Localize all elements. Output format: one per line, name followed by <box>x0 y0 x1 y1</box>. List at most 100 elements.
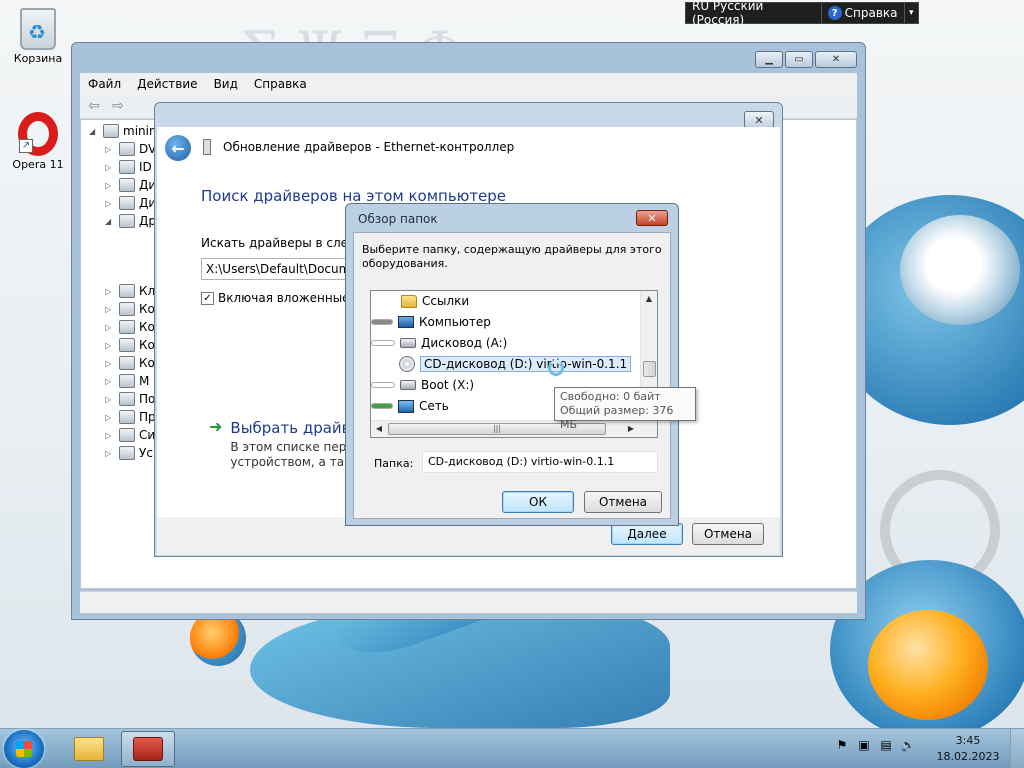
language-bar: RU Русский (Россия) ? Справка ▾ <box>685 0 919 27</box>
processor-icon <box>119 410 135 424</box>
show-desktop-button[interactable] <box>1010 729 1024 768</box>
help-icon: ? <box>827 6 842 20</box>
floppy-drive-icon <box>400 338 416 348</box>
tree-row[interactable]: ▷ DV <box>105 140 156 158</box>
tree-row[interactable]: ▷ Си <box>105 426 155 444</box>
expand-icon: ▷ <box>105 340 112 350</box>
computer-icon <box>103 124 119 138</box>
folder-icon <box>401 294 417 308</box>
folder-tree-item[interactable]: Дисковод (A:) <box>371 334 507 352</box>
recycle-bin-label: Корзина <box>13 52 63 65</box>
tree-row[interactable]: ▷ Ди <box>105 194 156 212</box>
recycle-bin-desktop-icon[interactable]: Корзина <box>6 8 70 65</box>
folder-tree-item[interactable]: Boot (X:) <box>371 376 474 394</box>
scroll-thumb[interactable] <box>643 361 656 377</box>
taskbar-explorer[interactable] <box>62 731 116 767</box>
help-label: Справка <box>844 6 898 20</box>
tree-row[interactable]: ◢ Др <box>105 212 156 230</box>
tree-row[interactable]: ▷ Ко <box>105 336 155 354</box>
next-button[interactable]: Далее <box>611 523 683 545</box>
tree-row[interactable]: ▷ М <box>105 372 149 390</box>
minimize-button[interactable]: ▁ <box>755 51 783 68</box>
expand-icon: ▷ <box>105 198 112 208</box>
menu-bar: Файл Действие Вид Справка <box>80 73 857 95</box>
opera-desktop-icon[interactable]: ↗ Opera 11 <box>6 112 70 171</box>
folder-tree-item[interactable]: Сеть <box>371 397 449 415</box>
computer-icon <box>398 316 414 328</box>
tree-label: М <box>139 374 150 388</box>
folder-tree-label: Компьютер <box>419 315 491 329</box>
folder-tree-label: Boot (X:) <box>421 378 475 392</box>
taskbar-device-manager[interactable] <box>121 731 175 767</box>
menu-action[interactable]: Действие <box>129 77 205 91</box>
other-devices-icon <box>119 214 135 228</box>
expand-icon: ▷ <box>105 430 112 440</box>
cancel-button[interactable]: Отмена <box>692 523 764 545</box>
driver-path-input[interactable]: X:\Users\Default\Documen <box>201 258 361 280</box>
menu-file[interactable]: Файл <box>80 77 129 91</box>
volume-icon[interactable]: 🔈 <box>900 737 916 753</box>
computer-icon <box>119 302 135 316</box>
explorer-icon <box>74 737 104 761</box>
back-button[interactable]: ← <box>165 135 191 161</box>
floppy-drive-icon <box>119 196 135 210</box>
language-help-button[interactable]: ? Справка <box>822 3 905 23</box>
include-subfolders-checkbox[interactable]: ✓ <box>201 291 214 305</box>
expand-icon: ▷ <box>105 448 112 458</box>
maximize-button[interactable]: ▭ <box>785 51 813 68</box>
folder-tree-item-selected[interactable]: CD-дисковод (D:) virtio-win-0.1.1 <box>399 355 632 373</box>
ok-button[interactable]: ОК <box>502 491 574 513</box>
status-bar <box>80 591 857 613</box>
menu-help[interactable]: Справка <box>246 77 315 91</box>
folder-tree-label: Сеть <box>419 399 449 413</box>
scroll-left-icon[interactable]: ◀ <box>371 421 387 437</box>
language-selector[interactable]: RU Русский (Россия) <box>686 0 822 27</box>
tree-row[interactable]: ▷ По <box>105 390 155 408</box>
folder-field[interactable]: CD-дисковод (D:) virtio-win-0.1.1 <box>422 451 658 473</box>
device-manager-titlebar[interactable]: ▁ ▭ ✕ <box>72 43 865 73</box>
tree-row[interactable]: ▷ Ди <box>105 176 156 194</box>
browse-cancel-button[interactable]: Отмена <box>584 491 662 513</box>
include-subfolders-option[interactable]: ✓ Включая вложенные па <box>201 291 369 305</box>
cd-drive-icon <box>399 356 415 372</box>
scroll-up-icon[interactable]: ▲ <box>641 291 657 307</box>
language-options-icon[interactable]: ▾ <box>905 8 918 18</box>
start-button[interactable] <box>4 730 44 768</box>
tree-row[interactable]: ▷ ID <box>105 158 152 176</box>
browse-folders-dialog: Обзор папок ✕ Выберите папку, содержащую… <box>345 203 679 526</box>
network-status-icon[interactable]: ▤ <box>878 737 894 753</box>
opera-icon: ↗ <box>18 112 58 156</box>
tree-row[interactable]: ▷ Ко <box>105 318 155 336</box>
folder-tree-label: Дисковод (A:) <box>421 336 508 350</box>
tree-row[interactable]: ▷ Ко <box>105 300 155 318</box>
forward-arrow-icon[interactable]: ⇨ <box>108 98 128 116</box>
clock[interactable]: 3:45 18.02.2023 <box>936 733 1000 765</box>
opera-label: Opera 11 <box>12 158 64 171</box>
action-center-icon[interactable]: ⚑ <box>834 737 850 753</box>
recycle-bin-icon <box>20 8 56 50</box>
tree-label: Ко <box>139 338 155 352</box>
usb-controller-icon <box>119 320 135 334</box>
menu-view[interactable]: Вид <box>206 77 246 91</box>
system-tray: ⚑ ▣ ▤ 🔈 <box>834 737 916 753</box>
tree-label: Ко <box>139 320 155 334</box>
tree-row[interactable]: ▷ Кл <box>105 282 155 300</box>
tree-row[interactable]: ▷ Ус <box>105 444 153 462</box>
network-icon <box>398 399 414 413</box>
tree-row[interactable]: ▷ Пр <box>105 408 156 426</box>
close-button[interactable]: ✕ <box>815 51 857 68</box>
folder-tree-label: CD-дисковод (D:) virtio-win-0.1.1 <box>420 356 632 372</box>
browse-dialog-close-button[interactable]: ✕ <box>636 210 668 226</box>
keyboard-icon <box>119 284 135 298</box>
folder-tree-item[interactable]: Ссылки <box>401 292 469 310</box>
tree-row[interactable]: ◢ minin <box>89 122 157 140</box>
display-icon[interactable]: ▣ <box>856 737 872 753</box>
busy-cursor-icon <box>548 360 564 376</box>
folder-tree-item[interactable]: Компьютер <box>371 313 491 331</box>
tree-row[interactable]: ▷ Ко <box>105 354 155 372</box>
back-arrow-icon[interactable]: ⇦ <box>84 98 104 116</box>
mouse-icon <box>119 374 135 388</box>
expand-icon: ▷ <box>105 376 112 386</box>
update-dialog-title: Обновление драйверов - Ethernet-контролл… <box>223 140 515 154</box>
expand-icon: ▷ <box>105 144 112 154</box>
